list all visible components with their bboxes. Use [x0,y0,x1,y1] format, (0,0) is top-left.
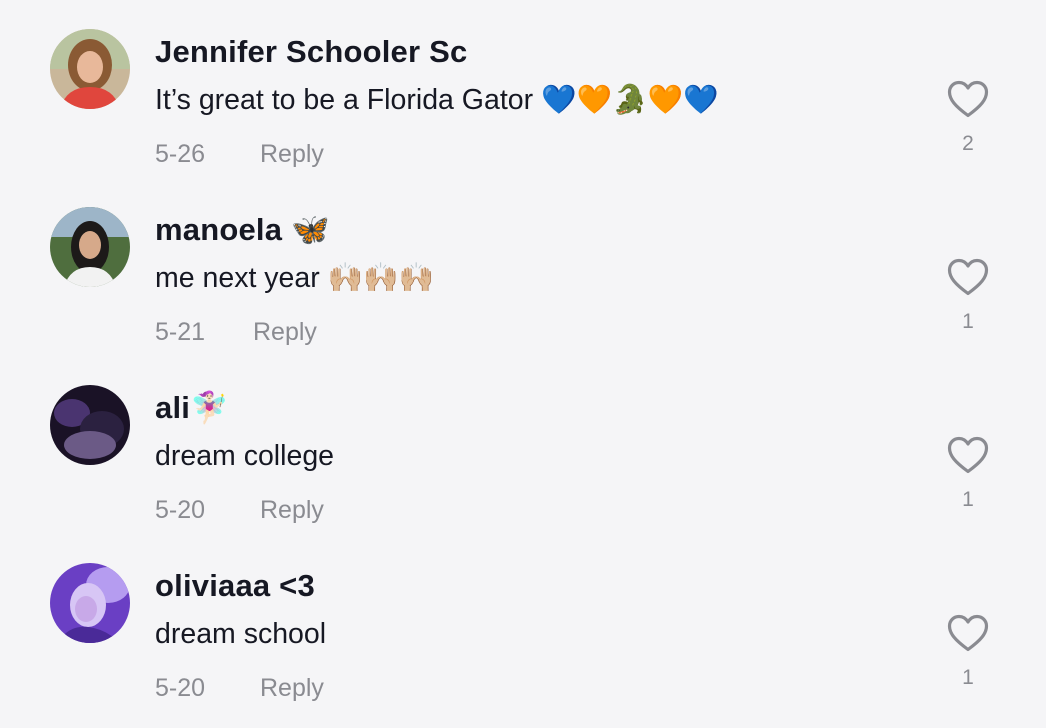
comment-item: Jennifer Schooler Sc It’s great to be a … [0,0,1046,178]
comment-date: 5-20 [155,496,206,524]
like-count: 2 [962,132,974,155]
heart-outline-icon [947,436,989,474]
comment-date: 5-20 [155,674,206,702]
comment-text: It’s great to be a Florida Gator 💙🧡🐊🧡💙 [155,84,719,116]
avatar[interactable] [50,385,130,465]
reply-button[interactable]: Reply [260,672,324,704]
avatar[interactable] [50,207,130,287]
comment-date: 5-21 [155,318,206,346]
reply-button[interactable]: Reply [260,494,324,526]
avatar[interactable] [50,563,130,643]
heart-outline-icon [947,258,989,296]
like-button[interactable] [946,257,990,297]
reply-button[interactable]: Reply [260,138,324,170]
avatar-image [50,207,130,287]
comment-username[interactable]: oliviaaa <3 [155,566,315,606]
comment-item: ali🧚🏻‍♀️ dream college 5-20 Reply 1 [0,356,1046,534]
comment-text: dream school [155,618,327,650]
like-count: 1 [962,310,974,333]
comment-username[interactable]: ali🧚🏻‍♀️ [155,388,229,428]
comment-text: me next year 🙌🏼🙌🏼🙌🏼 [155,262,435,294]
comment-item: manoela 🦋 me next year 🙌🏼🙌🏼🙌🏼 5-21 Reply… [0,178,1046,356]
comment-list: Jennifer Schooler Sc It’s great to be a … [0,0,1046,728]
comment-item: oliviaaa <3 dream school 5-20 Reply 1 [0,534,1046,712]
avatar-image [50,563,130,643]
like-button[interactable] [946,435,990,475]
comment-date: 5-26 [155,140,206,168]
heart-outline-icon [947,80,989,118]
like-count: 1 [962,488,974,511]
avatar-image [50,29,130,109]
avatar-image [50,385,130,465]
comment-username[interactable]: Jennifer Schooler Sc [155,32,467,72]
like-count: 1 [962,666,974,689]
heart-outline-icon [947,614,989,652]
reply-button[interactable]: Reply [253,316,317,348]
like-button[interactable] [946,79,990,119]
comment-username[interactable]: manoela 🦋 [155,210,330,250]
avatar[interactable] [50,29,130,109]
comment-text: dream college [155,440,335,472]
like-button[interactable] [946,613,990,653]
